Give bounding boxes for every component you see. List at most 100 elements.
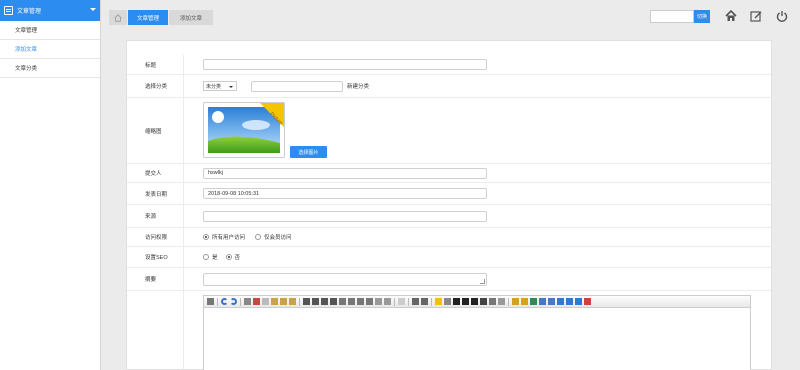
sidebar-item-article-category[interactable]: 文章分类 <box>0 59 100 78</box>
form-row-submitter: 提交人 hswlkj <box>127 164 771 183</box>
form-row-category: 选择分类 未分类 新建分类 <box>127 75 771 98</box>
title-input[interactable] <box>203 59 487 70</box>
link-icon[interactable] <box>566 298 573 305</box>
form-row-summary: 摘要 <box>127 268 771 291</box>
category-select[interactable]: 未分类 <box>203 81 237 91</box>
media-icon[interactable] <box>530 298 537 305</box>
superscript-icon[interactable] <box>384 298 391 305</box>
power-icon[interactable] <box>776 10 788 22</box>
content-label <box>127 291 184 370</box>
toolbar-separator <box>394 297 395 306</box>
category-label: 选择分类 <box>127 75 184 97</box>
radio-members-only[interactable] <box>255 234 262 240</box>
sidebar-header[interactable]: 文章管理 <box>0 0 100 21</box>
sidebar: 文章管理 文章管理 添加文章 文章分类 <box>0 0 101 370</box>
summary-textarea[interactable] <box>203 272 487 286</box>
toolbar-separator <box>408 297 409 306</box>
home-icon[interactable] <box>725 10 737 22</box>
font-size-icon[interactable] <box>421 298 428 305</box>
flash-icon[interactable] <box>521 298 528 305</box>
edit-icon[interactable] <box>750 10 762 22</box>
category-selected: 未分类 <box>206 83 222 90</box>
print-icon[interactable] <box>244 298 251 305</box>
breadcrumb-home[interactable] <box>109 10 127 25</box>
paste-word-icon[interactable] <box>289 298 296 305</box>
form-row-seo: 设置SEO 是 否 <box>127 247 771 268</box>
paste-text-icon[interactable] <box>280 298 287 305</box>
italic-icon[interactable] <box>462 298 469 305</box>
new-category-label: 新建分类 <box>347 84 370 90</box>
align-left-icon[interactable] <box>303 298 310 305</box>
font-family-icon[interactable] <box>412 298 419 305</box>
line-height-icon[interactable] <box>489 298 496 305</box>
ordered-list-icon[interactable] <box>339 298 346 305</box>
thumbnail-preview[interactable]: Picture <box>203 102 285 158</box>
summary-content <box>203 268 487 290</box>
outdent-icon[interactable] <box>366 298 373 305</box>
fullscreen-icon[interactable] <box>584 298 591 305</box>
switch-button[interactable]: 切换 <box>694 10 710 23</box>
align-center-icon[interactable] <box>312 298 319 305</box>
document-icon <box>4 6 13 15</box>
undo-icon[interactable] <box>221 298 228 305</box>
summary-label: 摘要 <box>127 268 184 290</box>
submitter-input[interactable]: hswlkj <box>203 167 487 179</box>
select-all-icon[interactable] <box>398 298 405 305</box>
choose-image-button[interactable]: 选择图片 <box>290 146 327 158</box>
horizontal-rule-icon[interactable] <box>548 298 555 305</box>
strikethrough-icon[interactable] <box>480 298 487 305</box>
submitter-content: hswlkj <box>203 164 487 182</box>
paste-icon[interactable] <box>271 298 278 305</box>
underline-icon[interactable] <box>471 298 478 305</box>
access-content: 所有用户访问 仅会员访问 <box>203 228 292 246</box>
radio-all-users[interactable] <box>203 234 209 240</box>
anchor-icon[interactable] <box>557 298 564 305</box>
copy-icon[interactable] <box>262 298 269 305</box>
bold-icon[interactable] <box>453 298 460 305</box>
table-icon[interactable] <box>539 298 546 305</box>
rich-text-editor[interactable] <box>203 295 751 370</box>
breadcrumb-item[interactable]: 添加文章 <box>169 10 213 25</box>
image-icon[interactable] <box>512 298 519 305</box>
editor-toolbar <box>204 296 750 308</box>
align-right-icon[interactable] <box>321 298 328 305</box>
search-input[interactable] <box>650 10 694 23</box>
source-icon[interactable] <box>207 298 214 305</box>
highlight-icon[interactable] <box>444 298 451 305</box>
breadcrumb-item[interactable]: 文章管理 <box>128 10 168 25</box>
sidebar-item-article-manage[interactable]: 文章管理 <box>0 21 100 40</box>
radio-seo-no[interactable] <box>225 254 232 260</box>
form-row-thumbnail: 缩略图 Picture 选择图片 <box>127 98 771 164</box>
sidebar-item-add-article[interactable]: 添加文章 <box>0 40 100 59</box>
remove-format-icon[interactable] <box>498 298 505 305</box>
unlink-icon[interactable] <box>575 298 582 305</box>
new-category-input[interactable] <box>251 80 343 92</box>
indent-icon[interactable] <box>357 298 364 305</box>
align-justify-icon[interactable] <box>330 298 337 305</box>
toolbar-separator <box>431 297 432 306</box>
subscript-icon[interactable] <box>375 298 382 305</box>
source-input[interactable] <box>203 210 487 222</box>
radio-label: 否 <box>234 255 241 261</box>
title-content <box>203 55 487 74</box>
date-input[interactable]: 2018-09-08 10:05:31 <box>203 188 487 199</box>
sidebar-item-label: 文章分类 <box>15 66 38 72</box>
form-row-source: 来源 <box>127 205 771 228</box>
sidebar-header-label: 文章管理 <box>17 9 42 15</box>
unordered-list-icon[interactable] <box>348 298 355 305</box>
date-label: 发表日期 <box>127 183 184 204</box>
editor-body[interactable] <box>204 308 750 370</box>
form-row-access: 访问权限 所有用户访问 仅会员访问 <box>127 228 771 247</box>
picture-placeholder-icon: Picture <box>208 103 284 153</box>
font-color-icon[interactable] <box>435 298 442 305</box>
access-label: 访问权限 <box>127 228 184 246</box>
toolbar-separator <box>240 297 241 306</box>
cut-icon[interactable] <box>253 298 260 305</box>
source-content <box>203 205 487 227</box>
radio-label: 所有用户访问 <box>212 235 246 241</box>
submitter-label: 提交人 <box>127 164 184 182</box>
toolbar-separator <box>217 297 218 306</box>
form-row-content <box>127 291 771 370</box>
radio-seo-yes[interactable] <box>203 254 209 260</box>
redo-icon[interactable] <box>230 298 237 305</box>
